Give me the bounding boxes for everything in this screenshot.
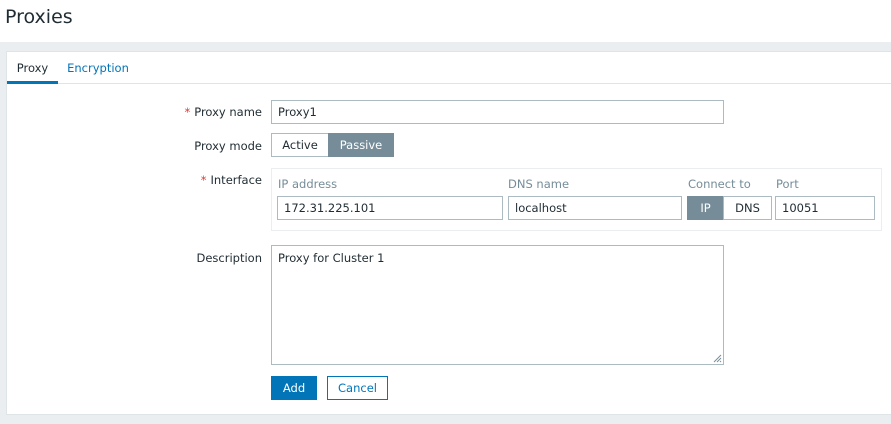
tab-encryption[interactable]: Encryption	[58, 52, 138, 84]
ip-address-input[interactable]: 172.31.225.101	[277, 196, 503, 220]
description-text: Proxy for Cluster 1	[278, 251, 385, 265]
proxy-mode-label: Proxy mode	[194, 139, 262, 153]
page-header: Proxies	[0, 0, 891, 42]
column-connect-to: Connect to	[688, 177, 751, 191]
column-port: Port	[776, 177, 799, 191]
proxy-name-label: * Proxy name	[184, 105, 262, 119]
connect-to-ip[interactable]: IP	[687, 196, 724, 220]
cancel-button[interactable]: Cancel	[327, 376, 388, 400]
description-label: Description	[196, 251, 263, 265]
proxy-mode-active[interactable]: Active	[271, 133, 329, 157]
port-input[interactable]: 10051	[775, 196, 875, 220]
proxy-mode-passive[interactable]: Passive	[328, 133, 394, 157]
required-marker: *	[200, 173, 207, 187]
description-textarea[interactable]: Proxy for Cluster 1	[271, 245, 724, 365]
page-title: Proxies	[5, 6, 73, 28]
connect-to-dns[interactable]: DNS	[723, 196, 772, 220]
resize-handle-icon[interactable]	[712, 353, 722, 363]
form-panel: Proxy Encryption * Proxy name Proxy1 Prox…	[6, 51, 891, 415]
proxy-name-input[interactable]: Proxy1	[271, 100, 724, 124]
dns-name-input[interactable]: localhost	[508, 196, 682, 220]
tab-bar: Proxy Encryption	[7, 52, 891, 84]
tab-proxy[interactable]: Proxy	[7, 52, 58, 84]
add-button[interactable]: Add	[271, 376, 317, 400]
interface-table: IP address DNS name Connect to Port 172.…	[271, 168, 882, 231]
required-marker: *	[184, 105, 191, 119]
column-ip-address: IP address	[278, 177, 338, 191]
interface-label: * Interface	[200, 173, 262, 187]
column-dns-name: DNS name	[508, 177, 570, 191]
